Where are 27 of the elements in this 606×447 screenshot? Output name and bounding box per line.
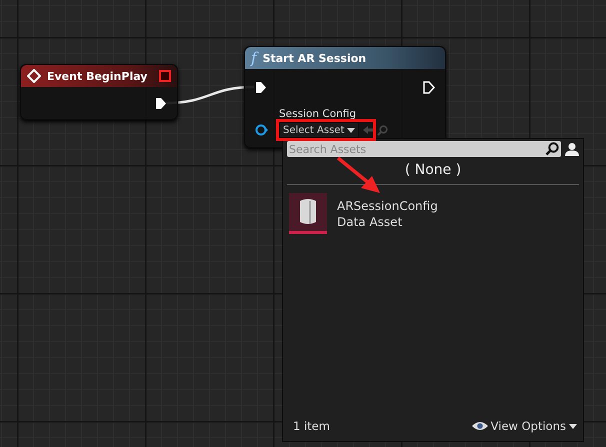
delegate-pin-icon[interactable] [159, 70, 171, 82]
event-node[interactable]: Event BeginPlay [20, 64, 178, 120]
caret-icon [347, 128, 356, 132]
select-asset-dropdown[interactable]: Select Asset [279, 122, 360, 138]
exec-pin-icon[interactable] [155, 97, 167, 110]
asset-name: ARSessionConfig [337, 198, 438, 212]
asset-thumbnail [289, 193, 327, 234]
node-title: Start AR Session [262, 52, 366, 64]
back-arrow-icon[interactable] [363, 125, 374, 135]
asset-type: Data Asset [337, 214, 404, 228]
node-title: Event BeginPlay [47, 70, 148, 82]
event-diamond-icon [27, 69, 41, 83]
object-pin-icon[interactable] [255, 124, 269, 136]
exec-pin-icon[interactable] [423, 81, 435, 94]
arrow [336, 156, 380, 193]
user-icon[interactable] [565, 142, 579, 156]
asset-item[interactable]: ARSessionConfig Data Asset [283, 193, 583, 234]
function-icon: f [251, 49, 257, 67]
exec-pin-icon[interactable] [255, 81, 267, 94]
caret-icon [569, 424, 577, 428]
item-count: 1 item [293, 419, 330, 433]
eye-icon [472, 421, 488, 431]
view-options-button[interactable]: View Options [472, 419, 577, 433]
search-icon[interactable] [545, 142, 559, 156]
search-field[interactable]: Search Assets [287, 141, 561, 157]
pin-label: Session Config [279, 108, 358, 121]
none-option[interactable]: ( None ) [283, 162, 583, 178]
